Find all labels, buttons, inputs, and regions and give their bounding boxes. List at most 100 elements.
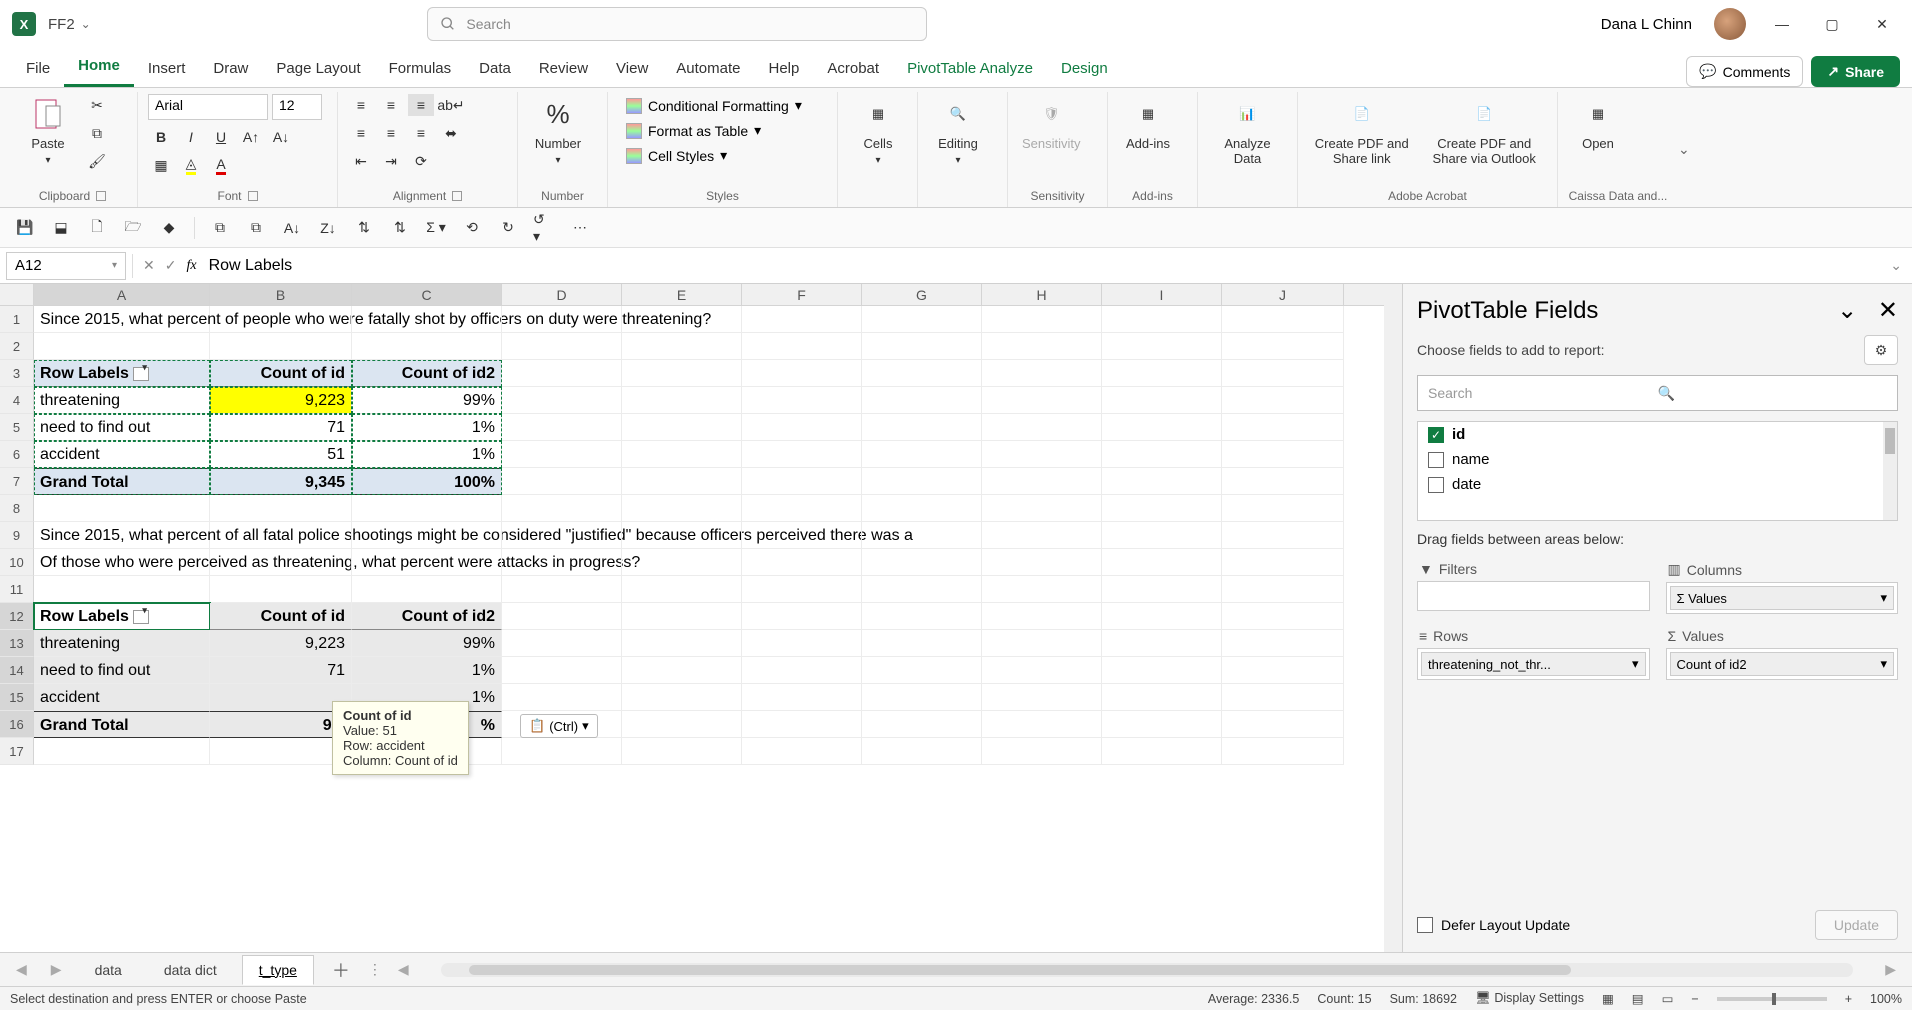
row-header[interactable]: 6 [0, 441, 34, 468]
qat-button[interactable]: ⬓ [50, 217, 72, 239]
sheet-tab-data-dict[interactable]: data dict [147, 955, 234, 985]
paste-button[interactable]: Paste ▾ [18, 94, 78, 168]
number-format-button[interactable]: % Number ▾ [528, 94, 588, 168]
values-drop-area[interactable]: Count of id2▾ [1666, 648, 1899, 680]
qat-item[interactable]: ⟲ [461, 217, 483, 239]
tab-formulas[interactable]: Formulas [375, 52, 466, 87]
create-pdf-outlook-button[interactable]: 📄Create PDF and Share via Outlook [1421, 94, 1547, 168]
tab-view[interactable]: View [602, 52, 662, 87]
tab-acrobat[interactable]: Acrobat [813, 52, 893, 87]
new-sheet-button[interactable]: ＋ [322, 957, 360, 983]
filename-dropdown-icon[interactable]: ⌄ [81, 17, 91, 31]
cell-C13[interactable]: 99% [352, 630, 502, 657]
share-button[interactable]: ↗ Share [1811, 56, 1900, 87]
tab-page-layout[interactable]: Page Layout [262, 52, 374, 87]
row-header[interactable]: 7 [0, 468, 34, 495]
col-header-E[interactable]: E [622, 284, 742, 305]
qat-item[interactable]: ⧉ [209, 217, 231, 239]
name-box[interactable]: A12 ▾ [6, 252, 126, 280]
col-header-I[interactable]: I [1102, 284, 1222, 305]
close-button[interactable]: ✕ [1868, 16, 1896, 33]
wrap-text-button[interactable]: ab↵ [438, 94, 464, 116]
fill-color-button[interactable]: ◬ [178, 154, 204, 176]
cell-A10[interactable]: Of those who were perceived as threateni… [34, 549, 210, 576]
col-header-G[interactable]: G [862, 284, 982, 305]
row-header[interactable]: 15 [0, 684, 34, 711]
open-button[interactable]: ▦Open [1568, 94, 1628, 153]
increase-indent-button[interactable]: ⇥ [378, 150, 404, 172]
italic-button[interactable]: I [178, 126, 204, 148]
sheet-nav-next[interactable]: ▶ [43, 961, 70, 978]
field-list[interactable]: ✓id name date [1417, 421, 1898, 521]
cell-B4[interactable]: 9,223 [210, 387, 352, 414]
open-qat-button[interactable]: 🗁 [122, 217, 144, 239]
field-item-date[interactable]: date [1418, 472, 1897, 497]
values-chip[interactable]: Count of id2▾ [1670, 652, 1895, 676]
cell-C5[interactable]: 1% [352, 414, 502, 441]
row-header[interactable]: 2 [0, 333, 34, 360]
row-header[interactable]: 14 [0, 657, 34, 684]
row-header[interactable]: 16 [0, 711, 34, 738]
horizontal-scrollbar[interactable] [441, 963, 1854, 977]
sort-asc-button[interactable]: A↓ [281, 217, 303, 239]
cell-C7[interactable]: 100% [352, 468, 502, 495]
font-color-button[interactable]: A [208, 154, 234, 176]
col-header-A[interactable]: A [34, 284, 210, 305]
rows-chip[interactable]: threatening_not_thr...▾ [1421, 652, 1646, 676]
field-list-scrollbar[interactable] [1883, 422, 1897, 520]
row-header[interactable]: 4 [0, 387, 34, 414]
zoom-slider[interactable] [1717, 997, 1827, 1001]
orientation-button[interactable]: ⟳ [408, 150, 434, 172]
confirm-formula-button[interactable]: ✓ [165, 257, 177, 274]
tab-pivottable-analyze[interactable]: PivotTable Analyze [893, 52, 1047, 87]
conditional-formatting-button[interactable]: Conditional Formatting ▾ [618, 94, 827, 117]
clipboard-dialog-launcher[interactable] [96, 191, 106, 201]
chevron-down-icon[interactable]: ▾ [1880, 656, 1887, 672]
cell-C3[interactable]: Count of id2 [352, 360, 502, 387]
col-header-J[interactable]: J [1222, 284, 1344, 305]
format-painter-button[interactable]: 🖌 [84, 150, 110, 172]
hscroll-right[interactable]: ▶ [1877, 961, 1904, 978]
cell-A16[interactable]: Grand Total [34, 711, 210, 738]
cell-C4[interactable]: 99% [352, 387, 502, 414]
merge-button[interactable]: ⬌ [438, 122, 464, 144]
defer-layout-checkbox[interactable]: Defer Layout Update [1417, 917, 1570, 933]
cut-button[interactable]: ✂ [84, 94, 110, 116]
row-header[interactable]: 12 [0, 603, 34, 630]
save-button[interactable]: 💾 [14, 217, 36, 239]
qat-item[interactable]: ⇅ [389, 217, 411, 239]
align-top-button[interactable]: ≡ [348, 94, 374, 116]
sort-desc-button[interactable]: Z↓ [317, 217, 339, 239]
cell-B3[interactable]: Count of id [210, 360, 352, 387]
col-header-F[interactable]: F [742, 284, 862, 305]
cell-A7[interactable]: Grand Total [34, 468, 210, 495]
chevron-down-icon[interactable]: ▾ [1880, 590, 1887, 606]
qat-item[interactable]: ⇅ [353, 217, 375, 239]
decrease-indent-button[interactable]: ⇤ [348, 150, 374, 172]
view-normal-button[interactable]: ▦ [1602, 991, 1614, 1006]
undo-button[interactable]: ↺ ▾ [533, 217, 555, 239]
zoom-in-button[interactable]: + [1845, 992, 1852, 1006]
field-item-name[interactable]: name [1418, 447, 1897, 472]
col-header-D[interactable]: D [502, 284, 622, 305]
panel-settings-button[interactable]: ⚙ [1864, 335, 1898, 365]
cancel-formula-button[interactable]: ✕ [143, 257, 155, 274]
create-pdf-share-link-button[interactable]: 📄Create PDF and Share link [1308, 94, 1415, 168]
cell-A12[interactable]: Row Labels [34, 603, 210, 630]
hscroll-left[interactable]: ◀ [390, 961, 417, 978]
align-center-button[interactable]: ≡ [378, 122, 404, 144]
col-header-B[interactable]: B [210, 284, 352, 305]
col-header-H[interactable]: H [982, 284, 1102, 305]
comments-button[interactable]: 💬 Comments [1686, 56, 1803, 87]
checkbox-icon[interactable] [1428, 477, 1444, 493]
cell-B5[interactable]: 71 [210, 414, 352, 441]
cell-A1[interactable]: Since 2015, what percent of people who w… [34, 306, 210, 333]
borders-button[interactable]: ▦ [148, 154, 174, 176]
filters-drop-area[interactable] [1417, 581, 1650, 611]
tab-automate[interactable]: Automate [662, 52, 754, 87]
format-as-table-button[interactable]: Format as Table ▾ [618, 119, 827, 142]
qat-item[interactable]: ⧉ [245, 217, 267, 239]
checkbox-icon[interactable] [1428, 452, 1444, 468]
zoom-out-button[interactable]: − [1691, 992, 1698, 1006]
redo-button[interactable]: ↻ [497, 217, 519, 239]
